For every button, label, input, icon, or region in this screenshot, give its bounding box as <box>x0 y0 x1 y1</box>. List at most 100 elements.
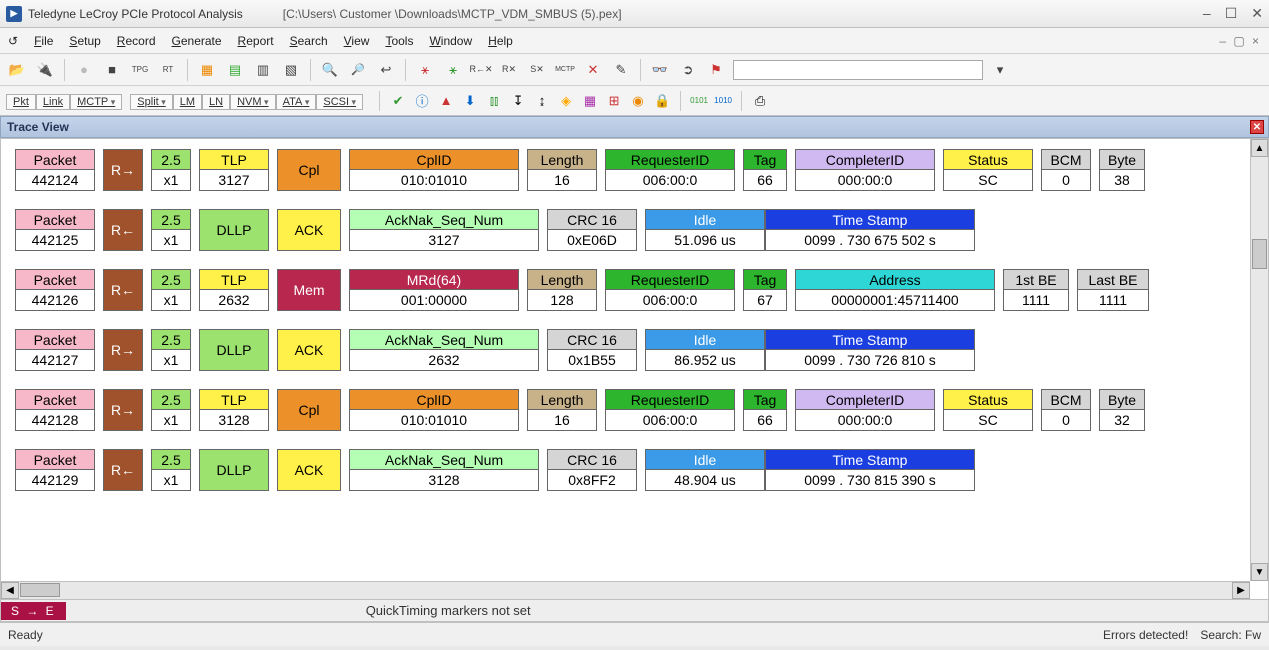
packet-row[interactable]: Packet442125R←2.5x1DLLPACKAckNak_Seq_Num… <box>15 209 1250 253</box>
tab-scsi[interactable]: SCSI <box>316 94 363 110</box>
filter-s-icon[interactable]: S✕ <box>526 59 548 81</box>
packet-row[interactable]: Packet442129R←2.5x1DLLPACKAckNak_Seq_Num… <box>15 449 1250 493</box>
tab-ata[interactable]: ATA <box>276 94 317 110</box>
tab-link[interactable]: Link <box>36 94 70 110</box>
search-input[interactable] <box>733 60 983 80</box>
zoom-in-icon[interactable]: 🔍 <box>319 59 341 81</box>
restore-window-icon[interactable]: ↺ <box>8 34 18 48</box>
plug-icon[interactable]: 🔌 <box>34 59 56 81</box>
horizontal-scrollbar[interactable]: ◀ ▶ <box>1 581 1250 599</box>
wrap-icon[interactable]: ↩ <box>375 59 397 81</box>
zoom-out-icon[interactable]: 🔎 <box>347 59 369 81</box>
menu-file[interactable]: File <box>34 34 53 48</box>
scroll-left-icon[interactable]: ◀ <box>1 582 19 599</box>
scroll-down-icon[interactable]: ▼ <box>1251 563 1268 581</box>
direction: R← <box>103 269 143 311</box>
check-icon[interactable]: ✔ <box>388 91 408 111</box>
field-value: 66 <box>743 410 787 431</box>
packet-row[interactable]: Packet442127R→2.5x1DLLPACKAckNak_Seq_Num… <box>15 329 1250 373</box>
vertical-scrollbar[interactable]: ▲ ▼ <box>1250 139 1268 581</box>
search-dropdown-icon[interactable]: ▾ <box>989 59 1011 81</box>
menu-setup[interactable]: Setup <box>69 34 100 48</box>
scroll-right-icon[interactable]: ▶ <box>1232 582 1250 599</box>
scroll-thumb[interactable] <box>1252 239 1267 269</box>
chart2-icon[interactable]: ↧ <box>508 91 528 111</box>
binoculars-icon[interactable]: 👓 <box>649 59 671 81</box>
menu-help[interactable]: Help <box>488 34 513 48</box>
diamond-icon[interactable]: ◈ <box>556 91 576 111</box>
binary1-icon[interactable]: 0101 <box>689 91 709 111</box>
filter-r-icon[interactable]: R←✕ <box>470 59 492 81</box>
direction: R← <box>103 209 143 251</box>
tab-lm[interactable]: LM <box>173 94 202 110</box>
download-icon[interactable]: ⬇ <box>460 91 480 111</box>
open-icon[interactable]: 📂 <box>6 59 28 81</box>
menu-tools[interactable]: Tools <box>385 34 413 48</box>
field-value: 0xE06D <box>547 230 637 251</box>
marker-icon[interactable]: ⚑ <box>705 59 727 81</box>
field-header: AckNak_Seq_Num <box>349 449 539 470</box>
field-value: 0x1B55 <box>547 350 637 371</box>
filter-mctp-icon[interactable]: MCTP <box>554 59 576 81</box>
tab-split[interactable]: Split <box>130 94 172 110</box>
edit-filter-icon[interactable]: ✎ <box>610 59 632 81</box>
info-icon[interactable]: ⓘ <box>412 91 432 111</box>
chart3-icon[interactable]: ↨ <box>532 91 552 111</box>
app-title: Teledyne LeCroy PCIe Protocol Analysis <box>28 7 243 21</box>
menu-record[interactable]: Record <box>117 34 156 48</box>
menu-window[interactable]: Window <box>429 34 472 48</box>
field-header: Tag <box>743 149 787 170</box>
se-marker-label[interactable]: S → E <box>1 602 66 620</box>
export-icon[interactable]: ⎙ <box>750 91 770 111</box>
status-errors[interactable]: Errors detected! <box>1103 628 1188 642</box>
gen: 2.5 <box>151 149 191 170</box>
upload-icon[interactable]: ▲ <box>436 91 456 111</box>
panel-close-icon[interactable]: ✕ <box>1250 120 1264 134</box>
net-icon[interactable]: ◉ <box>628 91 648 111</box>
field-value: 16 <box>527 170 597 191</box>
view2-icon[interactable]: ▤ <box>224 59 246 81</box>
menu-view[interactable]: View <box>344 34 370 48</box>
scroll-up-icon[interactable]: ▲ <box>1251 139 1268 157</box>
field-value: 000:00:0 <box>795 170 935 191</box>
packet-row[interactable]: Packet442126R←2.5x1TLP2632MemMRd(64)001:… <box>15 269 1250 313</box>
maximize-icon[interactable]: ☐ <box>1225 5 1238 22</box>
lock-icon[interactable]: 🔒 <box>652 91 672 111</box>
minimize-icon[interactable]: – <box>1203 5 1211 22</box>
packet-id: 442129 <box>15 470 95 491</box>
clear-filter-icon[interactable]: ✕ <box>582 59 604 81</box>
menu-search[interactable]: Search <box>290 34 328 48</box>
tpg-icon[interactable]: TPG <box>129 59 151 81</box>
menu-generate[interactable]: Generate <box>172 34 222 48</box>
binary2-icon[interactable]: 1010 <box>713 91 733 111</box>
mdi-controls[interactable]: – ▢ × <box>1219 34 1261 48</box>
tab-mctp[interactable]: MCTP <box>70 94 122 110</box>
filter2-icon[interactable]: ⚹ <box>442 59 464 81</box>
tab-ln[interactable]: LN <box>202 94 230 110</box>
separator <box>64 59 65 81</box>
menu-report[interactable]: Report <box>238 34 274 48</box>
stop-icon[interactable]: ■ <box>101 59 123 81</box>
field-value: 38 <box>1099 170 1145 191</box>
filter1-icon[interactable]: ⚹ <box>414 59 436 81</box>
hscroll-thumb[interactable] <box>20 583 60 597</box>
field-value: 66 <box>743 170 787 191</box>
field-header: Time Stamp <box>765 329 975 350</box>
packet-row[interactable]: Packet442128R→2.5x1TLP3128CplCplID010:01… <box>15 389 1250 433</box>
goto-icon[interactable]: ➲ <box>677 59 699 81</box>
close-icon[interactable]: ✕ <box>1251 5 1263 22</box>
bus-icon[interactable]: ⊞ <box>604 91 624 111</box>
grid-icon[interactable]: ▦ <box>580 91 600 111</box>
field-value: 0 <box>1041 170 1091 191</box>
record-icon[interactable]: ● <box>73 59 95 81</box>
tab-pkt[interactable]: Pkt <box>6 94 36 110</box>
view4-icon[interactable]: ▧ <box>280 59 302 81</box>
packet-row[interactable]: Packet442124R→2.5x1TLP3127CplCplID010:01… <box>15 149 1250 193</box>
filter-r2-icon[interactable]: R✕ <box>498 59 520 81</box>
rt-icon[interactable]: RT <box>157 59 179 81</box>
tab-nvm[interactable]: NVM <box>230 94 275 110</box>
view3-icon[interactable]: ▥ <box>252 59 274 81</box>
chart1-icon[interactable]: ⫾⫾ <box>484 91 504 111</box>
view1-icon[interactable]: ▦ <box>196 59 218 81</box>
field-value: 51.096 us <box>645 230 765 251</box>
